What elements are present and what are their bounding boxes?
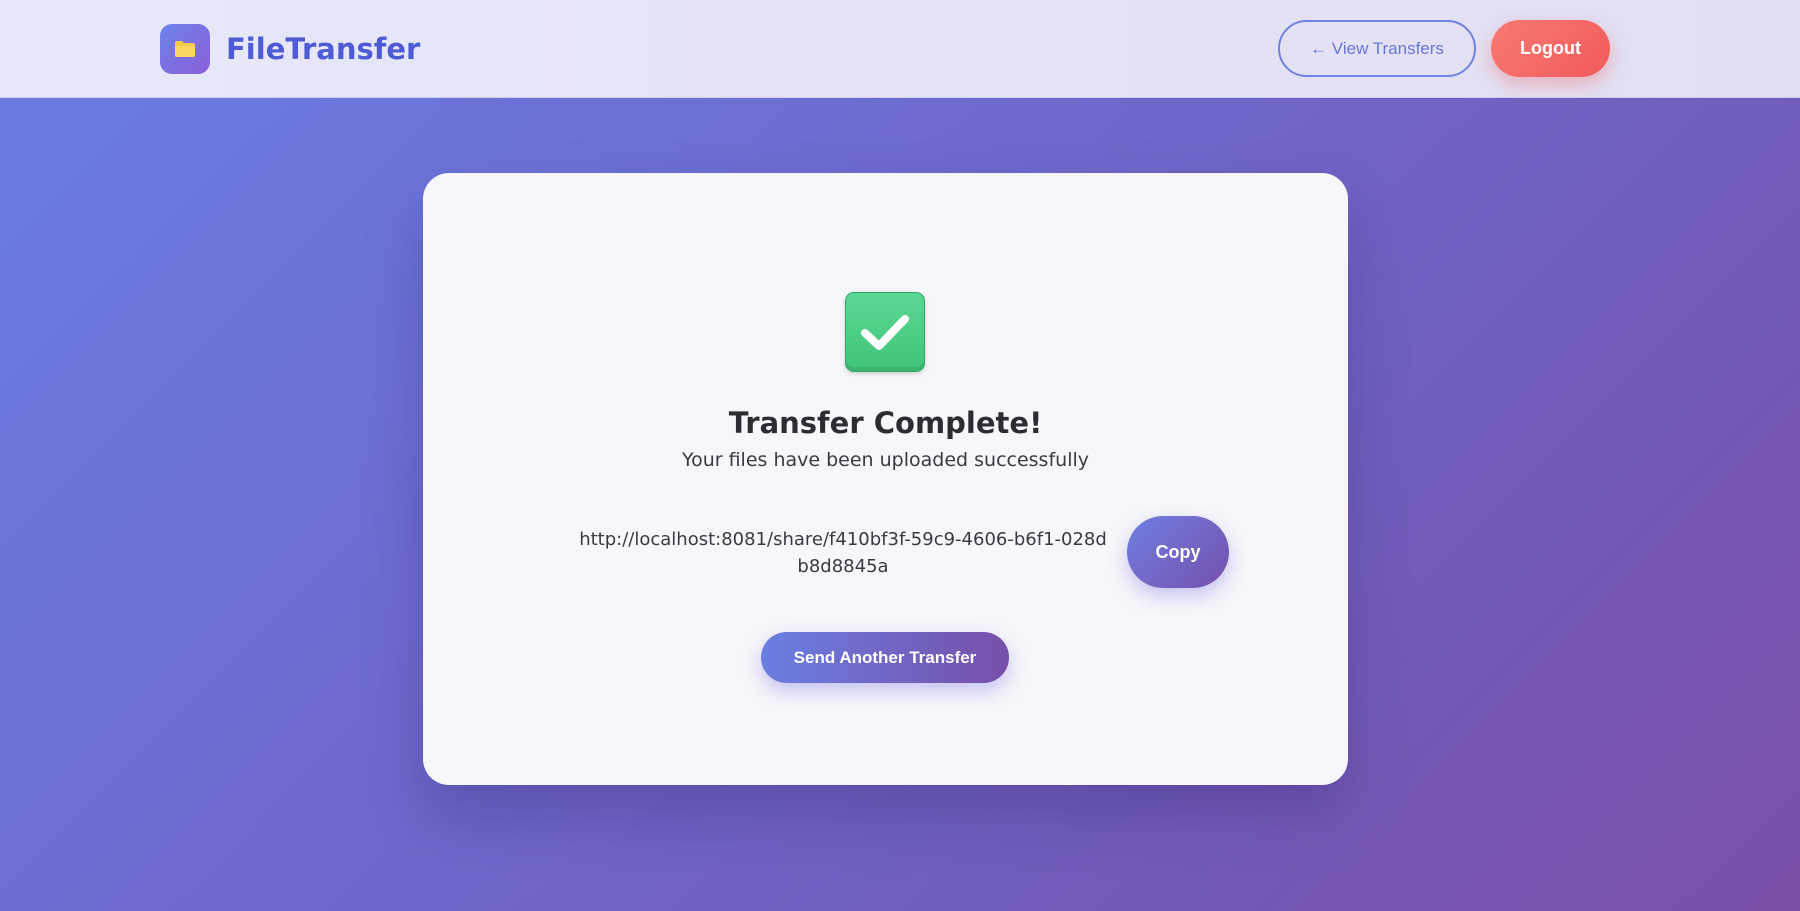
- transfer-complete-card: Transfer Complete! Your files have been …: [423, 173, 1348, 785]
- brand-name: FileTransfer: [226, 32, 421, 66]
- page-subtitle: Your files have been uploaded successful…: [681, 449, 1089, 471]
- top-nav-bar: FileTransfer ← View Transfers Logout: [0, 0, 1800, 98]
- page-title: Transfer Complete!: [728, 406, 1043, 440]
- check-mark-icon: [845, 292, 925, 372]
- send-another-transfer-button[interactable]: Send Another Transfer: [761, 632, 1009, 683]
- view-transfers-button[interactable]: ← View Transfers: [1278, 20, 1476, 77]
- copy-link-button[interactable]: Copy: [1127, 516, 1229, 588]
- brand[interactable]: FileTransfer: [160, 24, 420, 74]
- share-link-text[interactable]: http://localhost:8081/share/f410bf3f-59c…: [578, 526, 1108, 580]
- folder-icon: [160, 24, 210, 74]
- logout-button[interactable]: Logout: [1491, 20, 1610, 77]
